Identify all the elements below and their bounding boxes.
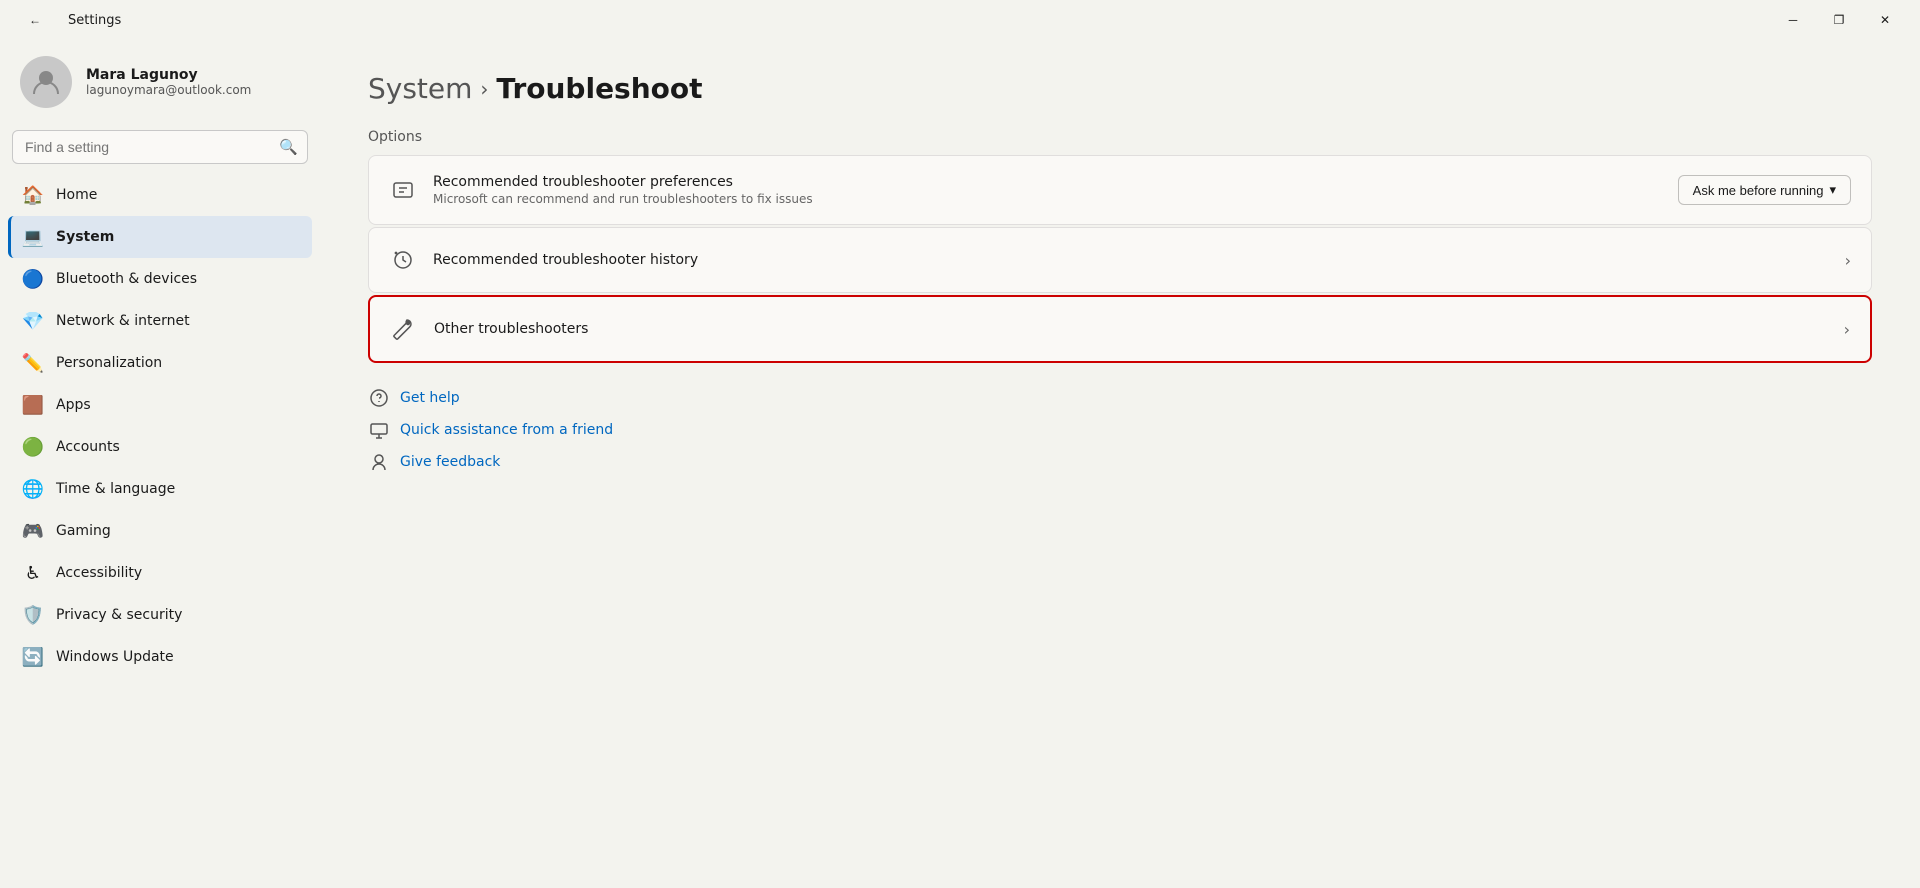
chevron-right-icon: › [1844, 320, 1850, 339]
option-icon-recommended-prefs [389, 176, 417, 204]
sidebar-item-bluetooth[interactable]: 🔵 Bluetooth & devices [8, 258, 312, 300]
nav-icon-system: 💻 [22, 226, 44, 248]
nav-icon-privacy: 🛡️ [22, 604, 44, 626]
sidebar-item-personalization[interactable]: ✏️ Personalization [8, 342, 312, 384]
search-icon: 🔍 [279, 138, 298, 156]
nav-label-accessibility: Accessibility [56, 565, 142, 581]
window-title: Settings [68, 13, 121, 28]
sidebar-item-accounts[interactable]: 🟢 Accounts [8, 426, 312, 468]
search-box[interactable]: 🔍 [12, 130, 308, 164]
nav-icon-home: 🏠 [22, 184, 44, 206]
user-email: lagunoymara@outlook.com [86, 83, 251, 97]
nav-label-network: Network & internet [56, 313, 190, 329]
nav-label-personalization: Personalization [56, 355, 162, 371]
breadcrumb-current: Troubleshoot [496, 72, 702, 105]
nav-icon-gaming: 🎮 [22, 520, 44, 542]
chevron-down-icon: ▾ [1829, 182, 1836, 198]
option-desc-recommended-prefs: Microsoft can recommend and run troubles… [433, 192, 1662, 206]
nav-icon-update: 🔄 [22, 646, 44, 668]
close-button[interactable]: ✕ [1862, 4, 1908, 36]
sidebar-item-update[interactable]: 🔄 Windows Update [8, 636, 312, 678]
nav-label-bluetooth: Bluetooth & devices [56, 271, 197, 287]
option-content-other-troubleshooters: Other troubleshooters [434, 321, 1828, 337]
nav-label-home: Home [56, 187, 97, 203]
option-title-recommended-prefs: Recommended troubleshooter preferences [433, 174, 1662, 190]
link-get-help[interactable]: Get help [368, 387, 1872, 409]
sidebar-item-home[interactable]: 🏠 Home [8, 174, 312, 216]
sidebar-item-network[interactable]: 💎 Network & internet [8, 300, 312, 342]
option-action-other-troubleshooters: › [1844, 320, 1850, 339]
dropdown-label-recommended-prefs: Ask me before running [1693, 183, 1824, 198]
sidebar-item-accessibility[interactable]: ♿ Accessibility [8, 552, 312, 594]
nav-icon-bluetooth: 🔵 [22, 268, 44, 290]
maximize-button[interactable]: ❐ [1816, 4, 1862, 36]
back-button[interactable]: ← [12, 4, 58, 36]
nav-label-apps: Apps [56, 397, 91, 413]
nav-container: 🏠 Home 💻 System 🔵 Bluetooth & devices 💎 … [8, 174, 312, 678]
user-profile[interactable]: Mara Lagunoy lagunoymara@outlook.com [8, 40, 312, 128]
nav-icon-time: 🌐 [22, 478, 44, 500]
nav-label-update: Windows Update [56, 649, 174, 665]
section-label: Options [368, 129, 1872, 145]
option-action-recommended-history: › [1845, 251, 1851, 270]
sidebar-item-apps[interactable]: 🟫 Apps [8, 384, 312, 426]
minimize-button[interactable]: ─ [1770, 4, 1816, 36]
user-name: Mara Lagunoy [86, 67, 251, 83]
nav-label-time: Time & language [56, 481, 175, 497]
links-section: Get help Quick assistance from a friend … [368, 387, 1872, 473]
nav-label-gaming: Gaming [56, 523, 111, 539]
nav-label-privacy: Privacy & security [56, 607, 182, 623]
option-title-other-troubleshooters: Other troubleshooters [434, 321, 1828, 337]
link-label-give-feedback: Give feedback [400, 454, 500, 470]
breadcrumb-separator: › [480, 77, 488, 101]
option-icon-recommended-history [389, 246, 417, 274]
sidebar: Mara Lagunoy lagunoymara@outlook.com 🔍 🏠… [0, 40, 320, 888]
nav-icon-accounts: 🟢 [22, 436, 44, 458]
search-input[interactable] [12, 130, 308, 164]
option-action-recommended-prefs: Ask me before running ▾ [1678, 175, 1851, 205]
option-other-troubleshooters[interactable]: Other troubleshooters › [368, 295, 1872, 363]
breadcrumb-parent: System [368, 72, 472, 105]
titlebar: ← Settings ─ ❐ ✕ [0, 0, 1920, 40]
option-title-recommended-history: Recommended troubleshooter history [433, 252, 1829, 268]
options-container: Recommended troubleshooter preferences M… [368, 155, 1872, 363]
link-quick-assistance[interactable]: Quick assistance from a friend [368, 419, 1872, 441]
breadcrumb: System › Troubleshoot [368, 72, 1872, 105]
link-give-feedback[interactable]: Give feedback [368, 451, 1872, 473]
sidebar-item-gaming[interactable]: 🎮 Gaming [8, 510, 312, 552]
nav-icon-accessibility: ♿ [22, 562, 44, 584]
nav-label-system: System [56, 229, 114, 245]
sidebar-item-privacy[interactable]: 🛡️ Privacy & security [8, 594, 312, 636]
link-label-get-help: Get help [400, 390, 460, 406]
dropdown-recommended-prefs[interactable]: Ask me before running ▾ [1678, 175, 1851, 205]
option-recommended-prefs[interactable]: Recommended troubleshooter preferences M… [368, 155, 1872, 225]
option-content-recommended-prefs: Recommended troubleshooter preferences M… [433, 174, 1662, 206]
main-content: System › Troubleshoot Options Recommende… [320, 40, 1920, 888]
nav-icon-apps: 🟫 [22, 394, 44, 416]
titlebar-left: ← Settings [12, 4, 1770, 36]
link-icon-get-help [368, 387, 390, 409]
link-icon-quick-assistance [368, 419, 390, 441]
option-icon-other-troubleshooters [390, 315, 418, 343]
chevron-right-icon: › [1845, 251, 1851, 270]
link-icon-give-feedback [368, 451, 390, 473]
sidebar-item-time[interactable]: 🌐 Time & language [8, 468, 312, 510]
option-recommended-history[interactable]: Recommended troubleshooter history › [368, 227, 1872, 293]
user-info: Mara Lagunoy lagunoymara@outlook.com [86, 67, 251, 97]
sidebar-item-system[interactable]: 💻 System [8, 216, 312, 258]
nav-icon-personalization: ✏️ [22, 352, 44, 374]
app-body: Mara Lagunoy lagunoymara@outlook.com 🔍 🏠… [0, 40, 1920, 888]
option-content-recommended-history: Recommended troubleshooter history [433, 252, 1829, 268]
link-label-quick-assistance: Quick assistance from a friend [400, 422, 613, 438]
avatar [20, 56, 72, 108]
nav-icon-network: 💎 [22, 310, 44, 332]
window-controls: ─ ❐ ✕ [1770, 4, 1908, 36]
nav-label-accounts: Accounts [56, 439, 120, 455]
